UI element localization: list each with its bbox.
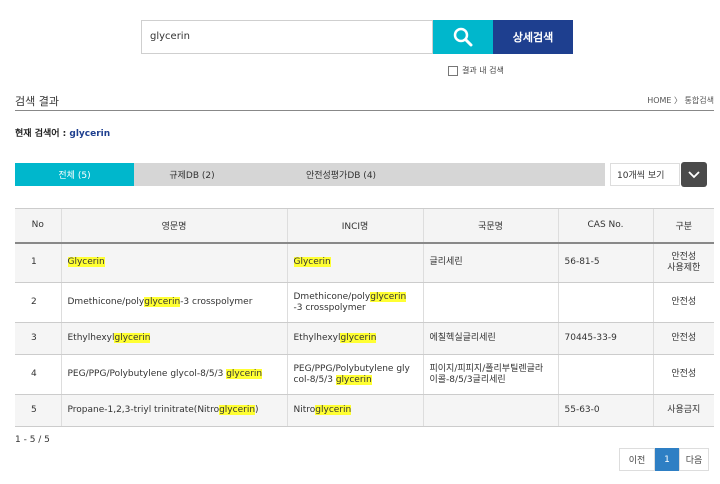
current-keyword-label: 현재 검색어 : <box>15 129 70 139</box>
table-header-row: No 영문명 INCI명 국문명 CAS No. 구분 <box>15 208 714 244</box>
english-name-text: Ethylhexyl <box>67 333 115 343</box>
advanced-search-button[interactable]: 상세검색 <box>493 20 573 54</box>
inci-name-text-suffix: -3 crosspolymer <box>293 302 366 313</box>
inci-name-text: Dmethicone/poly <box>293 291 371 302</box>
cell-english-name: PEG/PPG/Polybutylene glycol-8/5/3 glycer… <box>60 354 287 395</box>
inci-name-highlight: Glycerin <box>293 257 331 268</box>
english-name-highlight: glycerin <box>226 369 263 379</box>
column-header-english-name: 영문명 <box>60 208 287 244</box>
current-keyword-value: glycerin <box>69 129 111 139</box>
cell-inci-name: Nitroglycerin <box>286 394 423 427</box>
cell-korean-name <box>422 282 558 323</box>
cell-english-name: Ethylhexylglycerin <box>60 322 287 355</box>
cell-category: 사용금지 <box>652 394 714 427</box>
page-title: 검색 결과 <box>15 95 59 108</box>
inci-name-highlight: glycerin <box>335 374 372 385</box>
table-row[interactable]: 4 PEG/PPG/Polybutylene glycol-8/5/3 glyce… <box>15 354 714 395</box>
cell-no: 2 <box>15 282 61 323</box>
pagination: 이전 1 다음 <box>619 448 709 471</box>
english-name-highlight: glycerin <box>114 333 151 343</box>
cell-inci-name: Dmethicone/polyglycerin -3 crosspolymer <box>286 282 423 323</box>
search-within-label: 결과 내 검색 <box>462 66 504 75</box>
column-header-inci-name: INCI명 <box>286 208 423 244</box>
search-input[interactable]: glycerin <box>141 20 433 54</box>
cell-no: 5 <box>15 394 61 427</box>
search-within-checkbox[interactable] <box>448 65 458 76</box>
per-page-select[interactable]: 10개씩 보기 <box>610 163 680 186</box>
english-name-text: Propane-1,2,3-triyl trinitrate(Nitro <box>67 405 220 415</box>
tab-all[interactable]: 전체 (5) <box>15 163 134 186</box>
inci-name-highlight: glycerin <box>370 291 407 302</box>
page-1-button[interactable]: 1 <box>655 448 679 471</box>
tab-safety-db[interactable]: 안전성평가DB (4) <box>250 163 432 186</box>
english-name-highlight: Glycerin <box>67 257 105 268</box>
table-row[interactable]: 2 Dmethicone/polyglycerin-3 crosspolymer D… <box>15 282 714 323</box>
cell-korean-name: 글리세린 <box>422 242 558 283</box>
tab-regulation-db[interactable]: 규제DB (2) <box>134 163 250 186</box>
column-header-no: No <box>15 208 61 244</box>
section-header: 검색 결과 HOME 〉 통합검색 <box>15 91 714 111</box>
search-icon <box>453 27 473 47</box>
column-header-cas-no: CAS No. <box>557 208 653 244</box>
table-row[interactable]: 5 Propane-1,2,3-triyl trinitrate(Nitrogly… <box>15 394 714 427</box>
column-header-korean-name: 국문명 <box>422 208 558 244</box>
result-tabs: 전체 (5) 규제DB (2) 안전성평가DB (4) <box>15 163 605 186</box>
result-count: 1 - 5 / 5 <box>15 435 50 445</box>
cell-no: 1 <box>15 242 61 283</box>
breadcrumb: HOME 〉 통합검색 <box>647 96 714 105</box>
cell-english-name: Propane-1,2,3-triyl trinitrate(Nitroglyc… <box>60 394 287 427</box>
english-name-text: Dmethicone/poly <box>67 297 145 307</box>
english-name-highlight: glycerin <box>144 297 181 307</box>
cell-cas-no: 70445-33-9 <box>557 322 653 355</box>
cell-category: 안전성 사용제한 <box>652 242 714 283</box>
english-name-text: PEG/PPG/Polybutylene glycol-8/5/3 <box>67 369 227 379</box>
per-page-dropdown-button[interactable] <box>681 162 707 187</box>
cell-no: 3 <box>15 322 61 355</box>
current-keyword: 현재 검색어 : glycerin <box>15 126 110 139</box>
search-within-results[interactable]: 결과 내 검색 <box>448 65 504 76</box>
cell-cas-no <box>557 354 653 395</box>
inci-name-highlight: glycerin <box>315 405 352 415</box>
inci-name-text: Nitro <box>293 405 316 415</box>
cell-english-name: Dmethicone/polyglycerin-3 crosspolymer <box>60 282 287 323</box>
cell-category: 안전성 <box>652 354 714 395</box>
cell-korean-name: 피이지/피피지/폴리부틸렌글라 이콜-8/5/3글리세린 <box>422 354 558 395</box>
next-page-button[interactable]: 다음 <box>679 448 709 471</box>
cell-inci-name: Glycerin <box>286 242 423 283</box>
results-table: No 영문명 INCI명 국문명 CAS No. 구분 1 Glycerin Gly… <box>15 208 714 427</box>
cell-cas-no <box>557 282 653 323</box>
cell-inci-name: PEG/PPG/Polybutylene gly col-8/5/3 glycer… <box>286 354 423 395</box>
cell-inci-name: Ethylhexylglycerin <box>286 322 423 355</box>
cell-english-name: Glycerin <box>60 242 287 283</box>
english-name-highlight: glycerin <box>219 405 256 415</box>
table-row[interactable]: 3 Ethylhexylglycerin Ethylhexylglycerin 에칠헥… <box>15 322 714 355</box>
english-name-text-suffix: -3 crosspolymer <box>180 297 253 307</box>
cell-cas-no: 55-63-0 <box>557 394 653 427</box>
english-name-text-suffix: ) <box>255 405 259 415</box>
chevron-down-icon <box>688 170 700 178</box>
cell-cas-no: 56-81-5 <box>557 242 653 283</box>
column-header-category: 구분 <box>652 208 714 244</box>
cell-category: 안전성 <box>652 282 714 323</box>
cell-no: 4 <box>15 354 61 395</box>
inci-name-highlight: glycerin <box>340 333 377 343</box>
search-button[interactable] <box>433 20 493 54</box>
inci-name-text: Ethylhexyl <box>293 333 341 343</box>
prev-page-button[interactable]: 이전 <box>619 448 655 471</box>
cell-korean-name: 에칠헥실글리세린 <box>422 322 558 355</box>
table-row[interactable]: 1 Glycerin Glycerin 글리세린 56-81-5 안전성 사용제한 <box>15 242 714 283</box>
cell-korean-name <box>422 394 558 427</box>
cell-category: 안전성 <box>652 322 714 355</box>
